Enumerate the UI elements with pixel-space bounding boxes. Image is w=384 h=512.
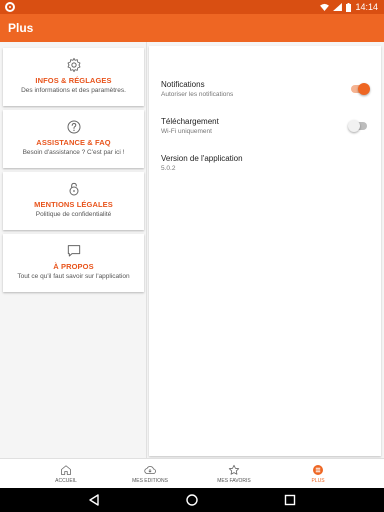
nav-mes-favoris[interactable]: MES FAVORIS xyxy=(186,459,282,489)
card-title: MENTIONS LÉGALES xyxy=(34,200,113,209)
download-subtitle: Wi-Fi uniquement xyxy=(161,128,212,135)
back-icon[interactable] xyxy=(87,493,101,507)
toggle-thumb xyxy=(348,120,360,132)
menu-card-infos-reglages[interactable]: INFOS & RÉGLAGES Des informations et des… xyxy=(3,48,144,106)
version-info: Version de l'application 5.0.2 xyxy=(161,154,371,178)
menu-card-a-propos[interactable]: À PROPOS Tout ce qu'il faut savoir sur l… xyxy=(3,234,144,292)
card-title: À PROPOS xyxy=(53,262,94,271)
system-navigation-bar xyxy=(0,488,384,512)
signal-icon xyxy=(333,3,343,11)
nav-label: PLUS xyxy=(311,478,325,484)
gear-icon xyxy=(67,57,80,73)
nav-accueil[interactable]: ACCUEIL xyxy=(18,459,114,489)
download-title: Téléchargement xyxy=(161,117,219,126)
lock-icon xyxy=(69,182,78,196)
question-icon xyxy=(67,120,80,134)
status-bar: 14:14 xyxy=(0,0,384,14)
menu-icon xyxy=(313,465,323,475)
download-icon xyxy=(144,466,156,474)
menu-card-mentions-legales[interactable]: MENTIONS LÉGALES Politique de confidenti… xyxy=(3,172,144,230)
nav-label: ACCUEIL xyxy=(55,478,77,484)
notifications-title: Notifications xyxy=(161,80,205,89)
recents-icon[interactable] xyxy=(283,493,297,507)
card-title: ASSISTANCE & FAQ xyxy=(36,138,111,147)
status-time: 14:14 xyxy=(355,2,378,12)
card-subtitle: Besoin d'assistance ? C'est par ici ! xyxy=(22,149,125,156)
card-subtitle: Tout ce qu'il faut savoir sur l'applicat… xyxy=(17,273,130,280)
card-subtitle: Politique de confidentialité xyxy=(35,211,112,218)
bottom-navigation: ACCUEIL MES EDITIONS MES FAVORIS PLUS xyxy=(0,458,384,488)
nav-plus[interactable]: PLUS xyxy=(270,459,366,489)
menu-column: INFOS & RÉGLAGES Des informations et des… xyxy=(0,42,147,458)
version-value: 5.0.2 xyxy=(161,165,176,172)
card-subtitle: Des informations et des paramètres. xyxy=(21,87,126,94)
version-title: Version de l'application xyxy=(161,154,243,163)
notifications-toggle[interactable] xyxy=(351,83,370,95)
menu-card-assistance-faq[interactable]: ASSISTANCE & FAQ Besoin d'assistance ? C… xyxy=(3,110,144,168)
chat-bubble-icon xyxy=(67,245,80,257)
content-area: INFOS & RÉGLAGES Des informations et des… xyxy=(0,42,384,458)
app-notification-icon xyxy=(5,2,15,12)
home-button-icon[interactable] xyxy=(185,493,199,507)
settings-panel: Notifications Autoriser les notification… xyxy=(149,46,381,456)
nav-mes-editions[interactable]: MES EDITIONS xyxy=(102,459,198,489)
download-setting: Téléchargement Wi-Fi uniquement xyxy=(161,117,371,141)
star-icon xyxy=(228,464,240,475)
card-title: INFOS & RÉGLAGES xyxy=(35,76,112,85)
toggle-thumb xyxy=(358,83,370,95)
page-title: Plus xyxy=(8,21,34,35)
home-icon xyxy=(61,465,71,475)
battery-icon xyxy=(346,2,352,12)
app-bar: Plus xyxy=(0,14,384,42)
nav-label: MES EDITIONS xyxy=(132,478,168,484)
nav-label: MES FAVORIS xyxy=(217,478,251,484)
status-indicators: 14:14 xyxy=(320,0,378,14)
wifi-icon xyxy=(320,3,330,11)
notifications-setting: Notifications Autoriser les notification… xyxy=(161,80,371,104)
notifications-subtitle: Autoriser les notifications xyxy=(161,91,234,98)
download-wifi-toggle[interactable] xyxy=(348,120,367,132)
